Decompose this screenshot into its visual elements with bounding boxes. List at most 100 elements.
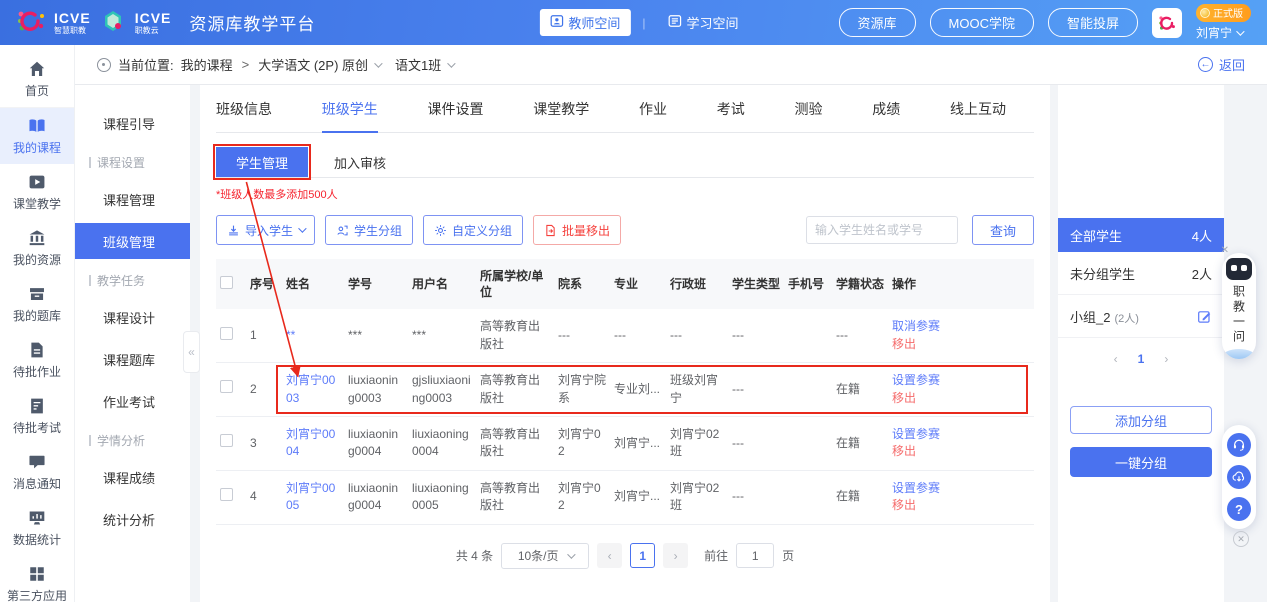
avatar[interactable] (1152, 8, 1182, 38)
cell-enrollment_status: 在籍 (832, 470, 888, 524)
cell-admin_class: 刘宵宁02班 (666, 416, 728, 470)
col-header: 学籍状态 (832, 259, 888, 309)
select-all-checkbox[interactable] (220, 276, 233, 289)
subtabs: 学生管理加入审核 (216, 147, 1034, 178)
cloud-download-icon[interactable] (1227, 465, 1251, 489)
groups-prev-button[interactable]: ‹ (1114, 352, 1118, 366)
tab-exam[interactable]: 考试 (717, 85, 745, 132)
subtab-student-management[interactable]: 学生管理 (216, 147, 308, 177)
student-name-link[interactable]: 刘宵宁0003 (286, 373, 335, 404)
groups-next-button[interactable]: › (1164, 352, 1168, 366)
edit-group-icon[interactable] (1197, 309, 1212, 324)
action-remove-link[interactable]: 移出 (892, 336, 1030, 353)
back-button[interactable]: ← 返回 (1198, 55, 1245, 74)
sidebar-item-classroom-teaching[interactable]: 课堂教学 (0, 164, 74, 220)
student-name-link[interactable]: 刘宵宁0005 (286, 481, 335, 512)
version-badge: 正式版 (1196, 4, 1251, 22)
auto-group-button[interactable]: 一键分组 (1070, 447, 1212, 477)
exam-icon (28, 397, 46, 415)
student-name-link[interactable]: ** (286, 328, 295, 342)
chevron-down-icon (298, 224, 306, 232)
dismiss-tools-icon[interactable]: ✕ (1233, 531, 1249, 547)
page-size-select[interactable]: 10条/页 (501, 543, 589, 569)
action-remove-link[interactable]: 移出 (892, 390, 1030, 407)
custom-group-button[interactable]: 自定义分组 (423, 215, 523, 245)
current-page[interactable]: 1 (630, 543, 655, 568)
student-search-input[interactable] (806, 216, 958, 244)
menu-item-course-design[interactable]: 课程设计 (75, 299, 190, 335)
assistant-label: 职教一问 (1231, 285, 1248, 345)
next-page-button[interactable]: › (663, 543, 688, 568)
mooc-academy-button[interactable]: MOOC学院 (930, 8, 1034, 37)
tab-class-info[interactable]: 班级信息 (216, 85, 272, 132)
assistant-widget[interactable]: 职教一问 (1222, 253, 1256, 359)
assistant-close-icon[interactable]: ✕ (1221, 245, 1229, 256)
prev-page-button[interactable]: ‹ (597, 543, 622, 568)
student-space-button[interactable]: 学习空间 (658, 9, 749, 36)
goto-unit: 页 (782, 547, 794, 564)
menu-item-course-question-bank[interactable]: 课程题库 (75, 341, 190, 377)
sidebar-item-my-resources[interactable]: 我的资源 (0, 220, 74, 276)
collapse-menu-handle[interactable]: « (183, 331, 200, 373)
teacher-space-icon (549, 14, 563, 31)
help-icon[interactable]: ? (1227, 497, 1251, 521)
resource-library-button[interactable]: 资源库 (839, 8, 916, 37)
query-button[interactable]: 查询 (972, 215, 1034, 245)
menu-item-course-guide[interactable]: 课程引导 (75, 105, 190, 141)
sidebar-item-pending-homework[interactable]: 待批作业 (0, 332, 74, 388)
sidebar-item-third-party-apps[interactable]: 第三方应用 (0, 556, 74, 602)
menu-item-course-management[interactable]: 课程管理 (75, 181, 190, 217)
sidebar-item-my-question-bank[interactable]: 我的题库 (0, 276, 74, 332)
student-group-button[interactable]: 学生分组 (325, 215, 413, 245)
import-students-button[interactable]: 导入学生 (216, 215, 315, 245)
student-name-link[interactable]: 刘宵宁0004 (286, 427, 335, 458)
col-header: 手机号 (784, 259, 832, 309)
sidebar-item-messages[interactable]: 消息通知 (0, 444, 74, 500)
class-dropdown[interactable]: 语文1班 (395, 55, 453, 74)
sidebar-item-my-courses[interactable]: 我的课程 (0, 108, 74, 164)
row-checkbox[interactable] (220, 488, 233, 501)
tab-online-interaction[interactable]: 线上互动 (950, 85, 1006, 132)
tab-courseware-settings[interactable]: 课件设置 (428, 85, 484, 132)
group-ungrouped[interactable]: 未分组学生 2人 (1058, 252, 1224, 295)
tab-classroom-teaching[interactable]: 课堂教学 (533, 85, 589, 132)
menu-item-class-management[interactable]: 班级管理 (75, 223, 190, 259)
action-contest-link[interactable]: 设置参赛 (892, 372, 1030, 389)
tab-homework[interactable]: 作业 (639, 85, 667, 132)
course-dropdown[interactable]: 大学语文 (2P) 原创 (258, 55, 380, 74)
action-remove-link[interactable]: 移出 (892, 497, 1030, 514)
icon-sidebar: 首页我的课程课堂教学我的资源我的题库待批作业待批考试消息通知数据统计第三方应用 (0, 45, 75, 602)
row-checkbox[interactable] (220, 380, 233, 393)
tab-quiz[interactable]: 测验 (795, 85, 823, 132)
group-all-students[interactable]: 全部学生 4人 (1058, 218, 1224, 252)
resource-icon (28, 229, 46, 247)
cell-phone (784, 416, 832, 470)
menu-item-homework-exam[interactable]: 作业考试 (75, 383, 190, 419)
breadcrumb-root[interactable]: 我的课程 (181, 55, 233, 74)
goto-page-input[interactable] (736, 543, 774, 568)
add-group-button[interactable]: 添加分组 (1070, 406, 1212, 434)
user-menu[interactable]: 刘宵宁 (1196, 24, 1242, 41)
row-checkbox[interactable] (220, 327, 233, 340)
cell-admin_class: --- (666, 309, 728, 362)
group-item[interactable]: 小组_2(2人) (1058, 295, 1224, 338)
row-checkbox[interactable] (220, 434, 233, 447)
action-remove-link[interactable]: 移出 (892, 443, 1030, 460)
action-contest-link[interactable]: 设置参赛 (892, 426, 1030, 443)
subtab-join-review[interactable]: 加入审核 (334, 147, 386, 177)
sidebar-item-home[interactable]: 首页 (0, 51, 74, 108)
menu-item-course-grades[interactable]: 课程成绩 (75, 459, 190, 495)
batch-remove-button[interactable]: 批量移出 (533, 215, 621, 245)
action-contest-link[interactable]: 设置参赛 (892, 480, 1030, 497)
action-contest-link[interactable]: 取消参赛 (892, 318, 1030, 335)
teacher-space-button[interactable]: 教师空间 (539, 9, 630, 36)
cell-department: 刘宵宁院系 (554, 363, 610, 417)
sidebar-item-pending-exams[interactable]: 待批考试 (0, 388, 74, 444)
tab-class-students[interactable]: 班级学生 (322, 85, 378, 132)
customer-service-icon[interactable] (1227, 433, 1251, 457)
sidebar-item-statistics[interactable]: 数据统计 (0, 500, 74, 556)
menu-item-statistical-analysis[interactable]: 统计分析 (75, 501, 190, 537)
medal-icon (1200, 8, 1210, 18)
tab-grades[interactable]: 成绩 (872, 85, 900, 132)
smart-cast-button[interactable]: 智能投屏 (1048, 8, 1138, 37)
